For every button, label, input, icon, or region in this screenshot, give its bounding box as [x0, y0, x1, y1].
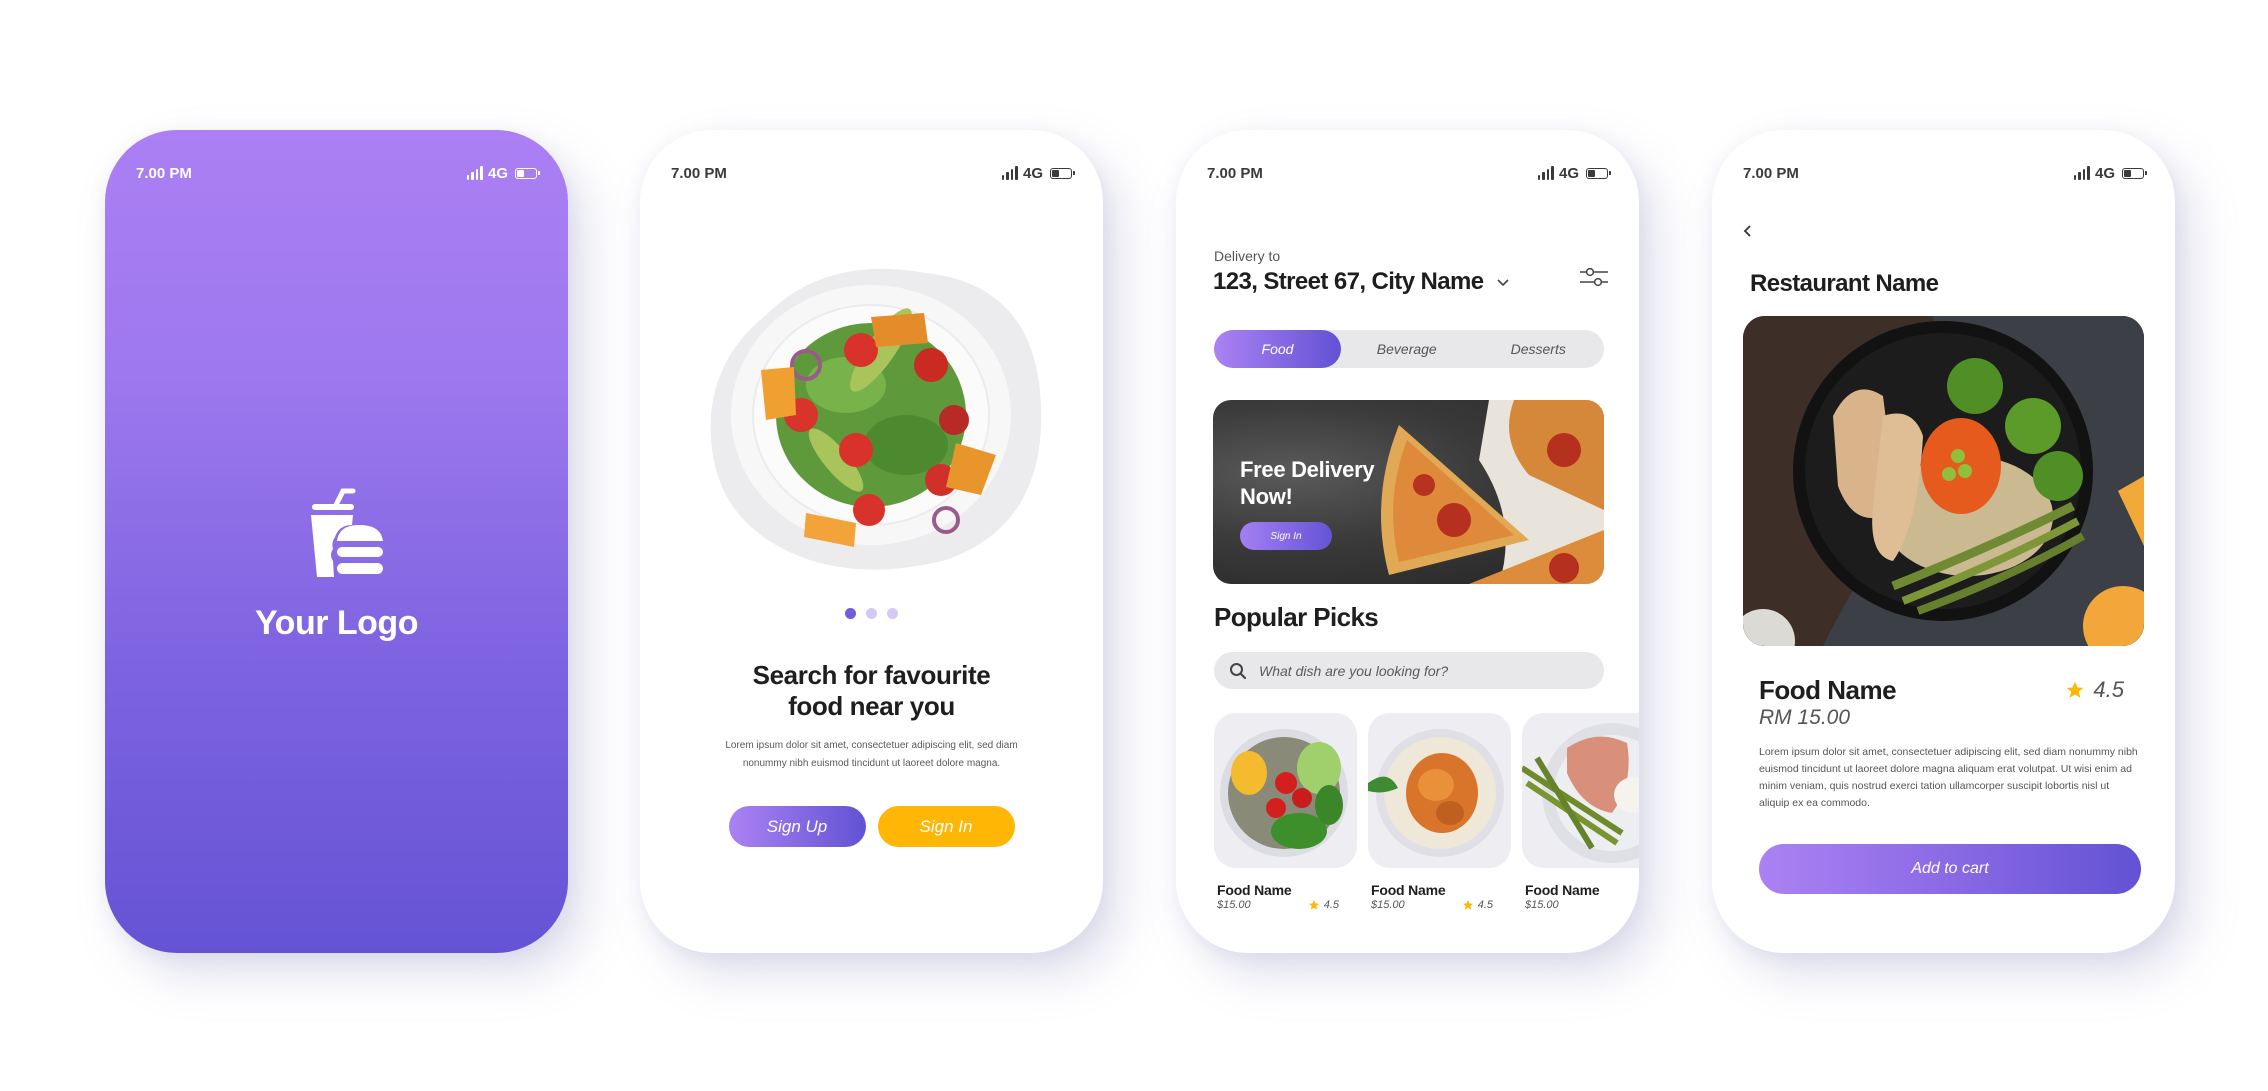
status-time: 7.00 PM [671, 164, 727, 182]
battery-icon [1586, 167, 1611, 179]
phone-onboarding-screen: 7.00 PM 4G Search for favourite food nea… [640, 130, 1103, 953]
food-rating: 4.5 [1308, 899, 1339, 911]
chevron-down-icon[interactable] [1497, 276, 1510, 288]
sliders-icon[interactable] [1580, 266, 1608, 288]
logo-text: Your Logo [255, 604, 418, 642]
onboarding-title-line: Search for favourite [752, 660, 991, 690]
pagination-dots [640, 608, 1103, 619]
star-icon [2067, 681, 2084, 698]
restaurant-name: Restaurant Name [1750, 270, 1939, 297]
category-tabs: Food Beverage Desserts [1214, 330, 1604, 368]
grilled-fish-asparagus-image [1522, 713, 1639, 868]
food-name: Food Name [1217, 882, 1292, 898]
food-card[interactable]: Food Name $15.00 4.5 [1214, 713, 1357, 911]
add-to-cart-button[interactable]: Add to cart [1759, 844, 2141, 894]
battery-icon [2122, 167, 2147, 179]
food-rating: 4.5 [2065, 677, 2124, 703]
tab-food[interactable]: Food [1214, 330, 1341, 368]
search-icon [1230, 662, 1247, 679]
sign-in-button[interactable]: Sign In [877, 806, 1015, 847]
pasta-bowl-image [1368, 713, 1511, 868]
rating-value: 4.5 [1323, 899, 1339, 911]
food-price: $15.00 [1217, 899, 1251, 911]
network-type: 4G [487, 164, 508, 182]
status-time: 7.00 PM [1743, 164, 1799, 182]
delivery-label: Delivery to [1214, 248, 1281, 264]
food-price: $15.00 [1525, 899, 1559, 911]
star-icon [1308, 900, 1319, 910]
sign-up-button[interactable]: Sign Up [728, 806, 866, 847]
onboarding-description: Lorem ipsum dolor sit amet, consectetuer… [720, 737, 1023, 773]
food-rating: 4.5 [1462, 899, 1493, 911]
phone-splash-screen: 7.00 PM 4G Your Logo [105, 130, 568, 953]
food-name: Food Name [1371, 882, 1446, 898]
food-name: Food Name [1525, 882, 1600, 898]
status-time: 7.00 PM [136, 164, 192, 182]
banner-title: Free Delivery Now! [1240, 456, 1375, 510]
phone-home-screen: 7.00 PM 4G Delivery to 123, Street 67, C… [1176, 130, 1639, 953]
rating-value: 4.5 [1477, 899, 1493, 911]
onboarding-title: Search for favourite food near you [680, 660, 1063, 722]
tab-beverage[interactable]: Beverage [1341, 330, 1473, 368]
search-bar[interactable] [1214, 652, 1604, 689]
onboarding-description-line: nonummy nibh euismod tincidunt ut laoree… [742, 758, 1001, 769]
tab-desserts[interactable]: Desserts [1473, 330, 1605, 368]
network-type: 4G [1022, 164, 1043, 182]
network-type: 4G [2094, 164, 2115, 182]
food-description: Lorem ipsum dolor sit amet, consectetuer… [1759, 746, 2138, 809]
pagination-dot[interactable] [887, 608, 898, 619]
signal-icon [1537, 165, 1554, 180]
address-selector[interactable]: 123, Street 67, City Name [1213, 268, 1510, 296]
food-card[interactable]: Food Name $15.00 [1522, 713, 1639, 911]
food-price: $15.00 [1371, 899, 1405, 911]
pagination-dot-active[interactable] [845, 608, 856, 619]
signal-icon [2073, 165, 2090, 180]
pizza-slices-image [1381, 400, 1604, 584]
food-name: Food Name [1759, 675, 1897, 705]
signal-icon [1001, 165, 1018, 180]
food-card[interactable]: Food Name $15.00 4.5 [1368, 713, 1511, 911]
star-icon [1462, 900, 1473, 910]
rating-value: 4.5 [2093, 677, 2124, 702]
back-arrow-icon[interactable] [1742, 224, 1754, 238]
status-bar: 7.00 PM 4G [1743, 163, 2147, 183]
status-time: 7.00 PM [1207, 164, 1263, 182]
search-input[interactable] [1257, 661, 1581, 680]
banner-title-line: Free Delivery [1240, 457, 1375, 482]
drink-burger-icon [310, 488, 383, 577]
onboarding-description-line: Lorem ipsum dolor sit amet, consectetuer… [725, 740, 1018, 751]
section-title: Popular Picks [1214, 602, 1379, 632]
food-price: RM 15.00 [1759, 706, 1851, 729]
veggie-bowl-image [1214, 713, 1357, 868]
signal-icon [466, 165, 483, 180]
status-bar: 7.00 PM 4G [136, 163, 540, 183]
logo: Your Logo [105, 485, 568, 643]
salad-plate-image [710, 268, 1042, 570]
onboarding-title-line: food near you [788, 691, 955, 721]
status-bar: 7.00 PM 4G [671, 163, 1075, 183]
network-type: 4G [1558, 164, 1579, 182]
chicken-bowl-image [1743, 316, 2144, 646]
banner-sign-in-button[interactable]: Sign In [1240, 522, 1332, 550]
pagination-dot[interactable] [866, 608, 877, 619]
banner-title-line: Now! [1240, 484, 1293, 509]
address-text: 123, Street 67, City Name [1213, 268, 1484, 295]
popular-picks-list: Food Name $15.00 4.5 Food Name $15.00 4.… [1214, 713, 1639, 911]
phone-detail-screen: 7.00 PM 4G Restaurant Name Food Name 4.5… [1712, 130, 2175, 953]
promo-banner[interactable]: Free Delivery Now! Sign In [1213, 400, 1604, 584]
status-bar: 7.00 PM 4G [1207, 163, 1611, 183]
battery-icon [1050, 167, 1075, 179]
battery-icon [515, 167, 540, 179]
